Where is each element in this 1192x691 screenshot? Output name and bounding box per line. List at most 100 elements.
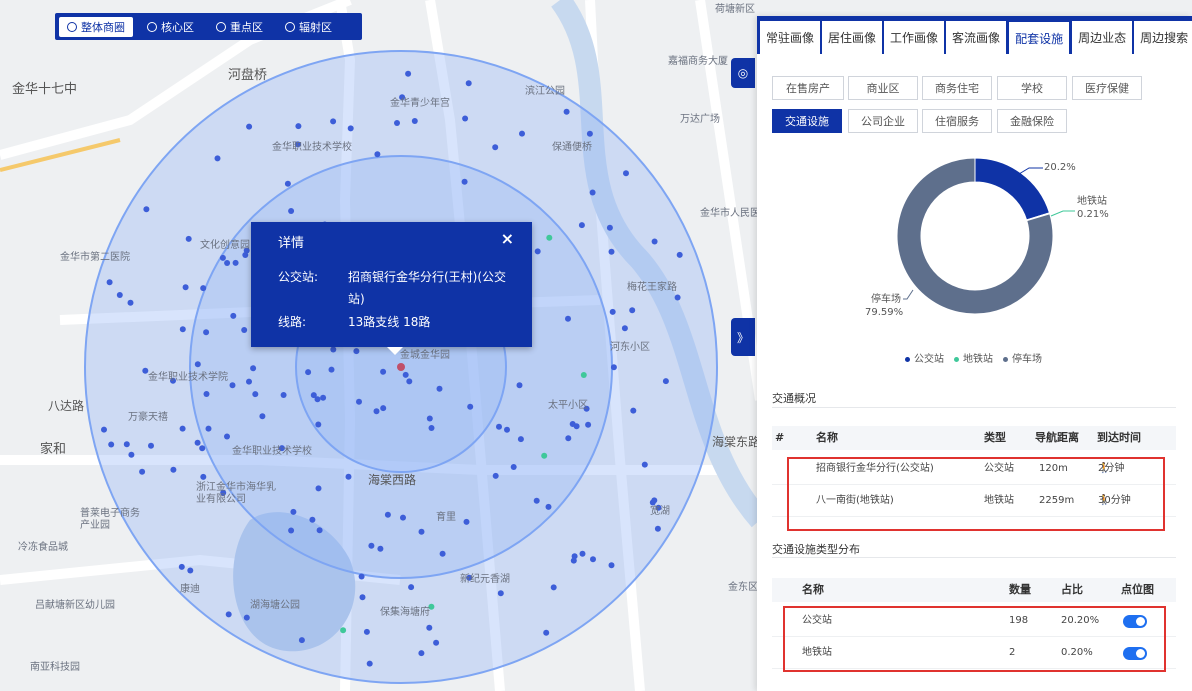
poi-point[interactable] xyxy=(358,573,365,580)
poi-point[interactable] xyxy=(608,562,615,569)
poi-point[interactable] xyxy=(314,396,321,403)
poi-point[interactable] xyxy=(606,224,613,231)
locate-button[interactable]: ◎ xyxy=(731,58,755,88)
poi-point[interactable] xyxy=(546,234,553,241)
poi-point[interactable] xyxy=(541,452,548,459)
poi-point[interactable] xyxy=(295,123,302,130)
poi-point[interactable] xyxy=(194,361,201,368)
close-icon[interactable]: × xyxy=(501,229,514,248)
chip-transport[interactable]: 交通设施 xyxy=(772,109,842,133)
poi-point[interactable] xyxy=(433,639,440,646)
poi-point[interactable] xyxy=(101,426,107,433)
poi-point[interactable] xyxy=(578,222,585,229)
poi-point[interactable] xyxy=(465,80,472,87)
poi-point[interactable] xyxy=(545,503,552,510)
poi-point[interactable] xyxy=(589,189,596,196)
mode-tab-key[interactable]: 重点区 xyxy=(208,17,271,37)
poi-point[interactable] xyxy=(170,466,177,473)
poi-point[interactable] xyxy=(127,299,134,306)
poi-point[interactable] xyxy=(345,473,352,480)
poi-point[interactable] xyxy=(288,527,295,534)
poi-point[interactable] xyxy=(461,178,468,185)
poi-point[interactable] xyxy=(411,118,418,124)
poi-point[interactable] xyxy=(224,260,231,266)
poi-point[interactable] xyxy=(428,425,435,431)
poi-point[interactable] xyxy=(641,461,648,468)
poi-point[interactable] xyxy=(565,435,572,442)
poi-point[interactable] xyxy=(565,315,571,322)
chip-medical[interactable]: 医疗保健 xyxy=(1072,76,1142,100)
poi-point[interactable] xyxy=(629,307,636,314)
poi-point[interactable] xyxy=(347,125,354,132)
poi-point[interactable] xyxy=(517,436,524,443)
poi-point[interactable] xyxy=(316,527,323,534)
poi-point[interactable] xyxy=(214,155,221,162)
poi-point[interactable] xyxy=(571,553,578,560)
poi-point[interactable] xyxy=(662,378,669,385)
poi-point[interactable] xyxy=(543,629,550,636)
poi-point[interactable] xyxy=(203,329,210,336)
poi-point[interactable] xyxy=(225,611,232,618)
poi-point[interactable] xyxy=(492,144,499,151)
poi-point[interactable] xyxy=(610,364,617,371)
poi-point[interactable] xyxy=(621,325,628,332)
poi-point[interactable] xyxy=(315,421,322,428)
poi-point[interactable] xyxy=(203,391,210,397)
poi-point[interactable] xyxy=(182,284,189,291)
chip-commercial[interactable]: 商业区 xyxy=(848,76,918,100)
poi-point[interactable] xyxy=(246,123,253,130)
tab-facilities[interactable]: 配套设施 xyxy=(1008,21,1071,54)
poi-point[interactable] xyxy=(497,590,504,597)
poi-point[interactable] xyxy=(250,365,257,372)
poi-point[interactable] xyxy=(178,563,185,570)
poi-point[interactable] xyxy=(340,627,347,634)
tab-search[interactable]: 周边搜索 xyxy=(1134,21,1192,54)
poi-point[interactable] xyxy=(373,408,380,415)
poi-point[interactable] xyxy=(609,308,616,315)
poi-point[interactable] xyxy=(462,115,469,122)
poi-point[interactable] xyxy=(108,441,115,448)
poi-point[interactable] xyxy=(426,415,433,422)
poi-point[interactable] xyxy=(550,584,557,591)
chip-lodging[interactable]: 住宿服务 xyxy=(922,109,992,133)
poi-point[interactable] xyxy=(259,413,266,420)
poi-point[interactable] xyxy=(353,348,360,355)
poi-point[interactable] xyxy=(608,248,615,255)
poi-point[interactable] xyxy=(359,594,366,601)
poi-point[interactable] xyxy=(590,556,596,563)
poi-point[interactable] xyxy=(356,398,362,405)
chip-company[interactable]: 公司企业 xyxy=(848,109,918,133)
poi-point[interactable] xyxy=(380,405,387,412)
poi-point[interactable] xyxy=(380,368,387,375)
poi-point[interactable] xyxy=(320,394,327,401)
poi-point[interactable] xyxy=(496,423,502,430)
poi-point[interactable] xyxy=(241,327,248,333)
poi-point[interactable] xyxy=(418,650,425,657)
poi-point[interactable] xyxy=(246,378,252,385)
mode-tab-radiation[interactable]: 辐射区 xyxy=(277,17,340,37)
poi-point[interactable] xyxy=(579,550,586,557)
chip-real-estate[interactable]: 在售房产 xyxy=(772,76,844,100)
poi-point[interactable] xyxy=(328,366,335,373)
poi-point[interactable] xyxy=(252,391,259,398)
poi-point[interactable] xyxy=(179,326,186,333)
poi-point[interactable] xyxy=(232,259,239,266)
poi-point[interactable] xyxy=(143,206,150,213)
poi-point[interactable] xyxy=(205,425,212,432)
tab-resident[interactable]: 常驻画像 xyxy=(760,21,821,54)
poi-point[interactable] xyxy=(563,108,570,115)
poi-point[interactable] xyxy=(405,70,412,77)
mode-tab-overall[interactable]: 整体商圈 xyxy=(59,16,133,37)
poi-point[interactable] xyxy=(309,516,316,523)
poi-point[interactable] xyxy=(305,369,312,376)
poi-point[interactable] xyxy=(467,403,474,410)
poi-point[interactable] xyxy=(106,279,113,286)
poi-point[interactable] xyxy=(630,407,637,414)
poi-point[interactable] xyxy=(439,550,446,557)
poi-point[interactable] xyxy=(199,445,206,452)
poi-point[interactable] xyxy=(229,382,236,389)
poi-point[interactable] xyxy=(288,208,295,214)
poi-point[interactable] xyxy=(280,392,287,398)
poi-point[interactable] xyxy=(243,614,250,621)
poi-point[interactable] xyxy=(148,442,154,449)
